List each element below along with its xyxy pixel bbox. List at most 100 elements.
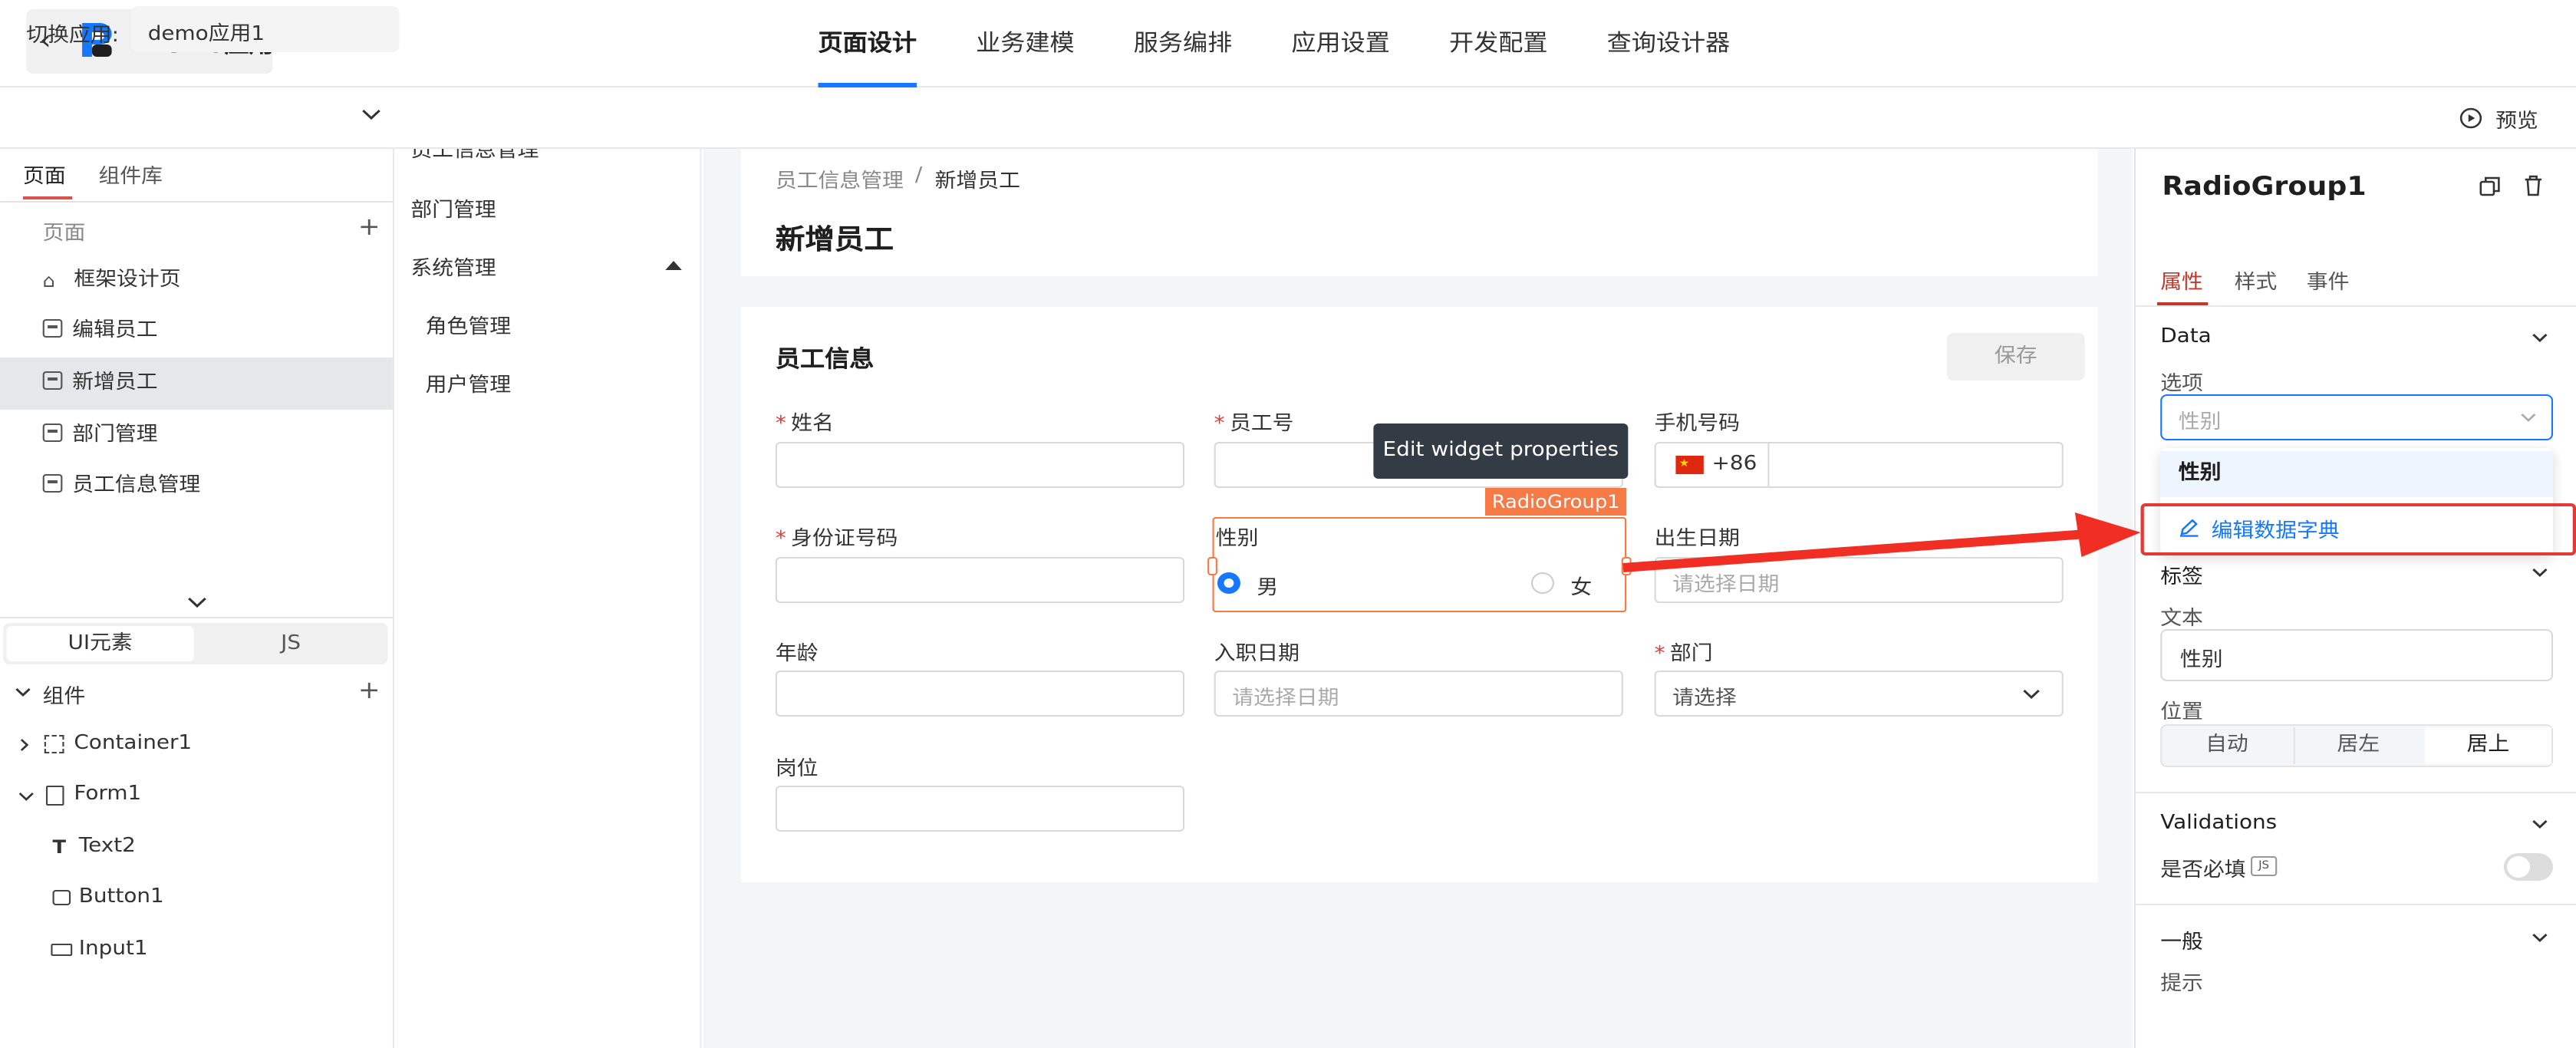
form-icon [45, 786, 64, 806]
menu-item[interactable]: 角色管理 [426, 310, 511, 339]
tree-item-label: Container1 [74, 732, 193, 755]
chevron-down-icon [362, 109, 380, 120]
text-label: 文本 [2160, 608, 2203, 631]
field-label: * 姓名 [775, 413, 834, 436]
position-segmented: 自动 居左 居上 [2160, 724, 2554, 767]
nav-dev-config[interactable]: 开发配置 [1419, 0, 1577, 87]
tab-component-library[interactable]: 组件库 [98, 160, 163, 189]
page-item-label: 部门管理 [72, 423, 158, 447]
department-select[interactable]: 请选择 [1654, 671, 2064, 717]
seg-js[interactable]: JS [197, 626, 384, 661]
switch-app-label: 切换应用: [26, 25, 120, 48]
collapse-chevron-icon[interactable] [187, 597, 207, 609]
divider [2136, 792, 2576, 793]
required-label: 是否必填 [2160, 859, 2246, 882]
caret-up-icon[interactable] [665, 259, 682, 270]
nav-app-settings[interactable]: 应用设置 [1262, 0, 1420, 87]
tab-style[interactable]: 样式 [2235, 265, 2278, 295]
tree-item[interactable]: Form1 [0, 770, 393, 819]
field-label: * 员工号 [1214, 413, 1294, 436]
general-section-header[interactable]: 一般 [2160, 925, 2203, 954]
page-item[interactable]: 部门管理 [0, 410, 393, 462]
chevron-right-icon[interactable] [20, 738, 30, 752]
preview-button[interactable]: 预览 [2495, 104, 2538, 133]
save-button[interactable]: 保存 [1946, 333, 2085, 381]
section-title: 员工信息 [775, 345, 875, 373]
nav-service-orchestration[interactable]: 服务编排 [1104, 0, 1262, 87]
position-top[interactable]: 居上 [2425, 727, 2551, 764]
copy-icon[interactable] [2479, 176, 2501, 196]
required-toggle[interactable] [2503, 853, 2554, 881]
menu-item[interactable]: 员工信息管理 [410, 149, 539, 163]
phone-input[interactable]: ★ +86 [1654, 442, 2064, 488]
text-icon: T [52, 836, 67, 858]
add-component-icon[interactable]: + [358, 675, 380, 704]
menu-item[interactable]: 用户管理 [426, 368, 511, 397]
position-input[interactable] [775, 786, 1185, 832]
play-icon[interactable] [2459, 107, 2482, 129]
edit-data-dictionary-link[interactable]: 编辑数据字典 [2212, 514, 2340, 543]
country-code-select[interactable]: ★ +86 [1656, 443, 1770, 486]
chevron-down-icon[interactable] [2532, 568, 2548, 578]
chevron-down-icon[interactable] [2532, 933, 2548, 944]
data-section-header[interactable]: Data [2160, 325, 2211, 348]
chevron-down-icon [2521, 414, 2536, 422]
tree-item[interactable]: Input1 [0, 925, 393, 974]
name-input[interactable] [775, 442, 1185, 488]
page-title: 新增员工 [775, 224, 894, 256]
radio-male[interactable] [1217, 572, 1240, 594]
placeholder: 请选择日期 [1232, 687, 1339, 710]
menu-item[interactable]: 部门管理 [410, 193, 496, 222]
annotation-arrow-icon [1622, 512, 2141, 572]
button-icon [52, 890, 71, 905]
page-item[interactable]: 员工信息管理 [0, 460, 393, 512]
tab-pages[interactable]: 页面 [23, 160, 66, 189]
tree-item[interactable]: T Text2 [0, 822, 393, 872]
chevron-down-icon[interactable] [15, 686, 31, 698]
options-select[interactable]: 性别 [2160, 394, 2554, 440]
field-label: 性别 [1215, 528, 1259, 551]
tree-item[interactable]: Button1 [0, 873, 393, 922]
dropdown-option[interactable]: 性别 [2160, 451, 2554, 497]
add-page-icon[interactable]: + [358, 212, 380, 241]
chevron-down-icon[interactable] [2532, 333, 2548, 344]
radio-label: 男 [1257, 577, 1279, 600]
field-label: 手机号码 [1654, 413, 1740, 436]
nav-page-design[interactable]: 页面设计 [789, 0, 947, 87]
form-card: 员工信息 保存 * 姓名 * 员工号 手机号码 ★ +86 Edit widget … [740, 307, 2098, 882]
edit-icon[interactable] [2179, 517, 2200, 537]
pages-header: 页面 [42, 222, 86, 246]
menu-item[interactable]: 系统管理 [410, 252, 496, 281]
chevron-down-icon[interactable] [2532, 819, 2548, 830]
page-item-selected[interactable]: 新增员工 [0, 358, 393, 410]
js-badge[interactable]: JS [2250, 856, 2278, 876]
breadcrumb-item[interactable]: 员工信息管理 [776, 164, 904, 193]
delete-icon[interactable] [2523, 175, 2543, 196]
tab-properties[interactable]: 属性 [2160, 265, 2203, 295]
widget-tag[interactable]: RadioGroup1 [1485, 488, 1627, 516]
position-auto[interactable]: 自动 [2163, 727, 2290, 764]
nav-business-model[interactable]: 业务建模 [947, 0, 1105, 87]
radio-label: 女 [1570, 577, 1593, 600]
tree-item-label: Text2 [78, 835, 136, 858]
id-number-input[interactable] [775, 557, 1185, 603]
label-text-input[interactable]: 性别 [2160, 629, 2554, 681]
hire-date-picker[interactable]: 请选择日期 [1214, 671, 1623, 717]
page-item-label: 编辑员工 [72, 319, 158, 342]
breadcrumb-separator: / [914, 164, 923, 187]
resize-handle[interactable] [1207, 557, 1217, 575]
chevron-down-icon[interactable] [18, 790, 35, 802]
nav-query-designer[interactable]: 查询设计器 [1577, 0, 1760, 87]
radio-female[interactable] [1530, 572, 1554, 594]
page-item[interactable]: 编辑员工 [0, 305, 393, 358]
hint-label: 提示 [2160, 973, 2203, 996]
page-item[interactable]: ⌂ 框架设计页 [0, 255, 393, 307]
position-left[interactable]: 居左 [2293, 727, 2422, 764]
label-section-header[interactable]: 标签 [2160, 560, 2203, 589]
tree-item[interactable]: Container1 [0, 720, 393, 769]
seg-ui-elements[interactable]: UI元素 [6, 626, 194, 661]
tab-events[interactable]: 事件 [2307, 265, 2350, 295]
divider [2136, 305, 2576, 307]
age-input[interactable] [775, 671, 1185, 717]
validations-section-header[interactable]: Validations [2160, 812, 2277, 835]
